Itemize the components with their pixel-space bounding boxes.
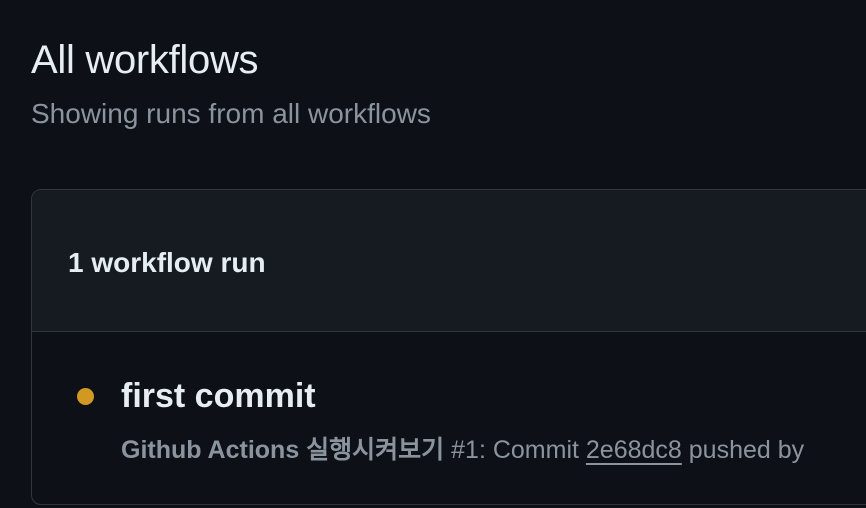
commit-sha-link[interactable]: 2e68dc8 xyxy=(586,436,682,464)
page-subtitle: Showing runs from all workflows xyxy=(31,98,431,129)
workflow-runs-count: 1 workflow run xyxy=(68,247,266,278)
event-prefix: : Commit xyxy=(478,436,579,464)
workflow-run-row[interactable]: first commit Github Actions 실행시켜보기 #1: C… xyxy=(32,332,866,504)
in-progress-status-icon xyxy=(77,388,94,405)
actions-page: All workflows Showing runs from all work… xyxy=(0,0,866,508)
event-suffix: pushed by xyxy=(688,436,805,464)
workflow-run-meta: Github Actions 실행시켜보기 #1: Commit 2e68dc8… xyxy=(121,433,804,467)
workflow-runs-header: 1 workflow run xyxy=(32,190,866,332)
page-title: All workflows xyxy=(31,38,259,82)
workflow-runs-list: 1 workflow run first commit Github Actio… xyxy=(31,189,866,505)
run-number: #1 xyxy=(451,436,479,464)
workflow-run-title[interactable]: first commit xyxy=(121,375,316,417)
workflow-name: Github Actions 실행시켜보기 xyxy=(121,436,445,464)
